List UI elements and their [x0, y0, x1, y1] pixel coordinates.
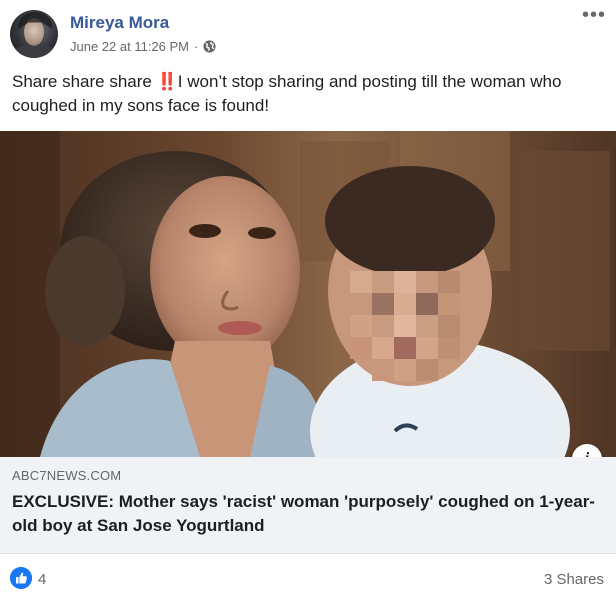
post-meta: June 22 at 11:26 PM ·	[70, 39, 216, 54]
shares-count[interactable]: 3 Shares	[544, 571, 604, 588]
double-exclamation-emoji: ‼️	[156, 72, 178, 91]
avatar[interactable]	[10, 10, 58, 58]
more-options-icon[interactable]: •••	[582, 5, 606, 28]
author-name[interactable]: Mireya Mora	[70, 13, 169, 33]
post-footer: 4 3 Shares	[0, 560, 616, 600]
facebook-post: Mireya Mora June 22 at 11:26 PM · ••• Sh…	[0, 0, 616, 604]
reaction-count[interactable]: 4	[38, 571, 46, 588]
globe-icon[interactable]	[203, 40, 216, 53]
news-photo	[0, 131, 616, 457]
post-text-start: Share share share	[12, 72, 157, 91]
like-icon[interactable]	[10, 567, 32, 589]
avatar-shoulder	[12, 44, 56, 58]
link-domain: ABC7NEWS.COM	[12, 468, 122, 483]
post-header: Mireya Mora June 22 at 11:26 PM · •••	[0, 0, 616, 64]
link-preview-card[interactable]: ABC7NEWS.COM EXCLUSIVE: Mother says 'rac…	[0, 457, 616, 554]
link-title[interactable]: EXCLUSIVE: Mother says 'racist' woman 'p…	[12, 490, 608, 538]
meta-separator: ·	[194, 39, 199, 54]
link-preview-image[interactable]: i	[0, 131, 616, 457]
post-text: Share share share ‼️I won’t stop sharing…	[12, 70, 604, 118]
post-timestamp[interactable]: June 22 at 11:26 PM	[70, 39, 189, 54]
